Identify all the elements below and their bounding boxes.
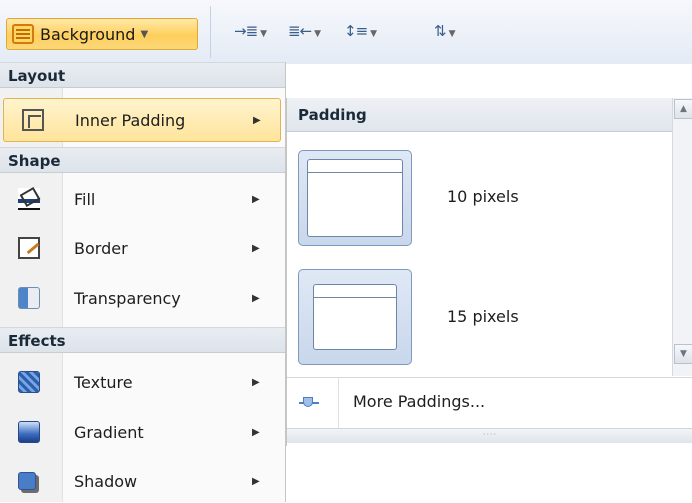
menu-item-fill[interactable]: Fill ▶	[0, 177, 285, 221]
section-layout: Layout	[0, 62, 285, 88]
submenu-arrow-icon: ▶	[252, 475, 260, 487]
submenu-arrow-icon: ▶	[252, 292, 260, 304]
ribbon: Background ▼ →≣ ▼ ≣← ▼ ↕≡ ▼ ⇅ ▼	[0, 0, 692, 64]
submenu-scrollbar[interactable]: ▲ ▼	[672, 98, 692, 376]
background-icon	[12, 24, 34, 44]
submenu-arrow-icon: ▶	[252, 242, 260, 254]
padding-preview-icon	[313, 284, 397, 350]
menu-item-inner-padding[interactable]: Inner Padding ▶	[3, 98, 281, 142]
border-pencil-icon	[18, 237, 40, 259]
menu-item-texture[interactable]: Texture ▶	[0, 360, 285, 404]
padding-option-label: 10 pixels	[447, 187, 519, 206]
scroll-up-icon[interactable]: ▲	[674, 99, 692, 119]
gradient-icon	[18, 421, 40, 443]
more-paddings-item[interactable]: More Paddings...	[287, 378, 692, 428]
more-paddings-label: More Paddings...	[353, 392, 486, 411]
menu-item-border[interactable]: Border ▶	[0, 226, 285, 270]
padding-option-15[interactable]	[298, 269, 412, 365]
indent-decrease-icon[interactable]: ≣← ▼	[288, 22, 321, 40]
ribbon-separator	[210, 6, 211, 58]
text-direction-icon[interactable]: ⇅ ▼	[434, 22, 455, 40]
shadow-icon	[18, 472, 36, 490]
submenu-arrow-icon: ▶	[252, 193, 260, 205]
menu-item-label: Fill	[74, 189, 96, 209]
chevron-down-icon: ▼	[140, 28, 149, 40]
indent-increase-icon[interactable]: →≣ ▼	[234, 22, 267, 40]
scroll-down-icon[interactable]: ▼	[674, 344, 692, 364]
background-button-label: Background	[40, 24, 136, 44]
transparency-icon	[18, 287, 40, 309]
section-shape: Shape	[0, 147, 285, 173]
padding-submenu: Padding ▲ ▼ 10 pixels 15 pixels More Pad…	[286, 98, 692, 446]
paint-bucket-icon	[18, 188, 40, 210]
resize-grip[interactable]: ····	[287, 428, 692, 443]
submenu-arrow-icon: ▶	[252, 426, 260, 438]
padding-option-10[interactable]	[298, 150, 412, 246]
background-button[interactable]: Background ▼	[6, 18, 198, 50]
padding-option-label: 15 pixels	[447, 307, 519, 326]
background-menu: Layout Inner Padding ▶ Shape Fill ▶ Bord…	[0, 62, 286, 502]
section-effects: Effects	[0, 327, 285, 353]
texture-icon	[18, 371, 40, 393]
menu-item-label: Border	[74, 238, 128, 258]
padding-more-icon	[299, 396, 319, 410]
menu-item-transparency[interactable]: Transparency ▶	[0, 276, 285, 320]
inner-padding-icon	[22, 109, 44, 131]
padding-preview-icon	[307, 159, 403, 237]
submenu-arrow-icon: ▶	[253, 114, 261, 126]
submenu-title: Padding	[287, 98, 672, 132]
menu-item-gradient[interactable]: Gradient ▶	[0, 410, 285, 454]
menu-item-label: Texture	[74, 372, 133, 392]
menu-item-label: Shadow	[74, 471, 138, 491]
line-spacing-icon[interactable]: ↕≡ ▼	[344, 22, 377, 40]
menu-item-label: Gradient	[74, 422, 144, 442]
menu-item-shadow[interactable]: Shadow ▶	[0, 459, 285, 503]
menu-item-label: Inner Padding	[75, 110, 186, 130]
submenu-arrow-icon: ▶	[252, 376, 260, 388]
menu-item-label: Transparency	[74, 288, 181, 308]
